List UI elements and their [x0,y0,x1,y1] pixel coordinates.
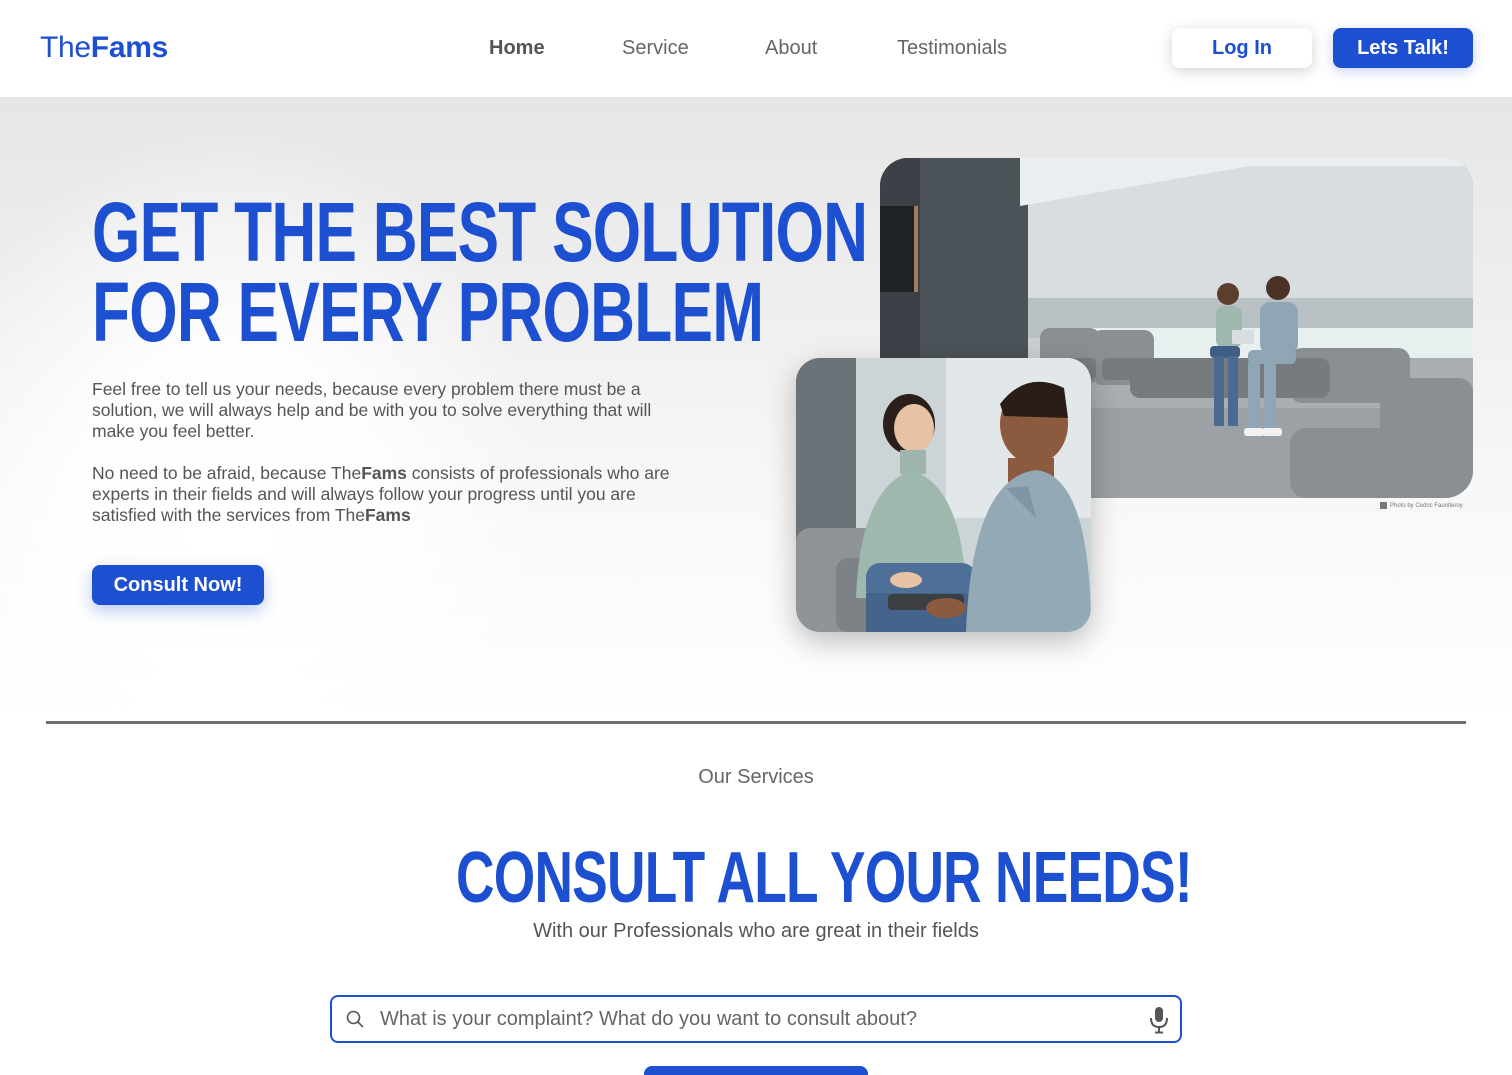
hero-p2-brand-1: Fams [361,463,407,483]
hero-title-line-1: Get the best solution [92,185,868,279]
hero-p2-brand-2: Fams [364,505,411,525]
camera-icon [1380,502,1387,509]
logo-prefix: The [40,31,91,64]
hero-paragraph-1: Feel free to tell us your needs, because… [92,379,652,441]
lets-talk-button[interactable]: Lets Talk! [1333,28,1473,68]
hero-title-line-2: for every problem [92,265,764,359]
consult-search-box [330,995,1182,1043]
services-eyebrow: Our Services [698,766,814,788]
services-title: Consult all your needs! [456,838,1193,918]
logo[interactable]: TheFams [40,30,168,66]
photo-credit: Photo by Cedric Fauntleroy [1380,502,1463,509]
logo-bold: Fams [90,31,168,64]
hero-p2-part-a: No need to be afraid, because The [92,463,362,483]
section-divider [46,721,1466,724]
consult-now-button[interactable]: Consult Now! [92,565,264,605]
photo-credit-text: Photo by Cedric Fauntleroy [1390,502,1463,509]
nav-link-about[interactable]: About [765,36,817,60]
hero-paragraph-2: No need to be afraid, because TheFams co… [92,463,692,526]
search-icon [346,1010,364,1028]
hero-photo-consultation [796,358,1091,632]
services-subtitle: With our Professionals who are great in … [533,920,979,942]
nav-link-testimonials[interactable]: Testimonials [897,36,1007,60]
navbar: TheFams Home Service About Testimonials … [0,0,1512,97]
search-submit-button[interactable] [644,1066,868,1075]
nav-link-service[interactable]: Service [622,36,689,60]
hero-title: Get the best solution for every problem [92,185,868,359]
microphone-icon[interactable] [1148,1006,1170,1034]
nav-link-home[interactable]: Home [489,36,545,60]
consult-search-input[interactable] [380,1003,1120,1035]
page: TheFams Home Service About Testimonials … [0,0,1512,1075]
login-button[interactable]: Log In [1172,28,1312,68]
